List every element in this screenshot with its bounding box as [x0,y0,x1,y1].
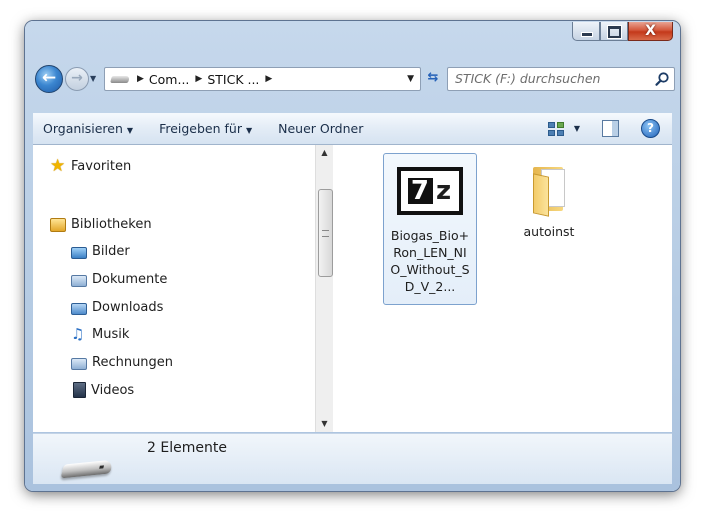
minimize-icon [581,32,593,37]
scroll-up-icon[interactable]: ▲ [316,145,333,161]
tree-item-downloads[interactable]: Downloads [71,299,163,315]
command-bar: Organisieren ▼ Freigeben für ▼ Neuer Ordne… [33,113,672,145]
tree-item-pictures[interactable]: Bilder [71,243,130,259]
maximize-icon [607,25,622,39]
tree-item-documents[interactable]: Dokumente [71,271,167,287]
file-item-archive[interactable]: 7z Biogas_Bio+Ron_LEN_NIO_Without_SD_V_2… [383,153,477,305]
search-icon[interactable] [654,71,670,87]
file-name: Biogas_Bio+Ron_LEN_NIO_Without_SD_V_2... [390,228,470,294]
pictures-icon [71,247,87,259]
forward-button[interactable]: → [65,67,89,91]
address-bar[interactable]: ▶ Com... ▶ STICK ... ▶ ▼ [104,67,421,91]
refresh-button[interactable]: ⇆ [421,67,445,89]
new-folder-label: Neuer Ordner [278,121,364,136]
tree-label: Dokumente [92,271,168,287]
chevron-right-icon[interactable]: ▶ [195,74,202,84]
tree-item-videos[interactable]: Videos [71,382,134,398]
chevron-right-icon[interactable]: ▶ [265,74,272,84]
downloads-icon [71,303,87,315]
recent-pages-dropdown[interactable]: ▼ [90,74,96,83]
tree-item-music[interactable]: ♫ Musik [71,326,129,342]
tree-label: Downloads [92,299,164,315]
preview-pane-icon[interactable] [602,120,619,137]
close-button[interactable]: X [628,22,673,41]
tree-item-invoices[interactable]: Rechnungen [71,354,173,370]
music-icon: ♫ [71,325,85,343]
new-folder-button[interactable]: Neuer Ordner [268,121,373,136]
chevron-down-icon: ▼ [126,126,134,135]
back-icon: ← [41,68,57,88]
chevron-right-icon[interactable]: ▶ [137,74,144,84]
refresh-icon: ⇆ [427,70,439,85]
share-with-button[interactable]: Freigeben für ▼ [149,121,262,136]
file-item-folder[interactable]: autoinst [503,153,595,240]
documents-icon [71,358,87,370]
folder-icon [529,163,569,217]
scrollbar-thumb[interactable] [318,189,333,277]
views-icon[interactable] [547,121,564,136]
navigation-pane: ★ Favoriten Bibliotheken Bilder Dokument… [33,145,313,432]
tree-label: Videos [91,382,135,398]
7z-icon: 7z [397,167,463,215]
tree-label: Bilder [92,243,130,259]
close-icon: X [645,23,656,39]
help-icon[interactable]: ? [641,119,660,138]
explorer-window: X ← → ▼ ▶ Com... ▶ STICK ... ▶ ▼ ⇆ STICK… [25,21,680,491]
forward-icon: → [71,70,83,86]
navigation-bar: ← → ▼ ▶ Com... ▶ STICK ... ▶ ▼ ⇆ STICK (… [33,63,675,93]
main-area: ★ Favoriten Bibliotheken Bilder Dokument… [33,145,672,432]
drive-icon [110,75,130,83]
tree-label: Favoriten [71,158,132,174]
address-dropdown[interactable]: ▼ [407,74,414,84]
organize-button[interactable]: Organisieren ▼ [33,121,143,136]
item-count: 2 Elemente [147,440,227,456]
views-dropdown[interactable]: ▼ [574,124,580,133]
drive-icon [60,459,114,479]
view-controls: ▼ ? [547,119,660,138]
breadcrumb-stick[interactable]: STICK ... [207,72,259,87]
star-icon: ★ [50,156,66,176]
maximize-button[interactable] [600,22,628,41]
file-name: autoinst [523,224,575,239]
nav-pane-scrollbar[interactable]: ▲ ▼ [315,145,333,432]
back-button[interactable]: ← [35,65,63,93]
tree-item-libraries[interactable]: Bibliotheken [50,216,152,232]
organize-label: Organisieren [43,121,123,136]
tree-label: Musik [92,326,130,342]
tree-label: Bibliotheken [71,216,152,232]
search-box[interactable]: STICK (F:) durchsuchen [447,67,675,91]
tree-item-favorites[interactable]: ★ Favoriten [50,156,132,176]
grip-icon [322,230,329,237]
caption-buttons: X [572,22,673,41]
videos-icon [73,382,86,398]
library-icon [50,218,66,232]
details-pane: 2 Elemente [33,433,672,484]
search-input[interactable]: STICK (F:) durchsuchen [455,71,600,86]
share-with-label: Freigeben für [159,121,242,136]
tree-label: Rechnungen [92,354,174,370]
chevron-down-icon: ▼ [245,126,253,135]
minimize-button[interactable] [572,22,600,41]
scroll-down-icon[interactable]: ▼ [316,416,333,432]
breadcrumb-computer[interactable]: Com... [149,72,189,87]
file-list: 7z Biogas_Bio+Ron_LEN_NIO_Without_SD_V_2… [333,145,672,432]
documents-icon [71,275,87,287]
